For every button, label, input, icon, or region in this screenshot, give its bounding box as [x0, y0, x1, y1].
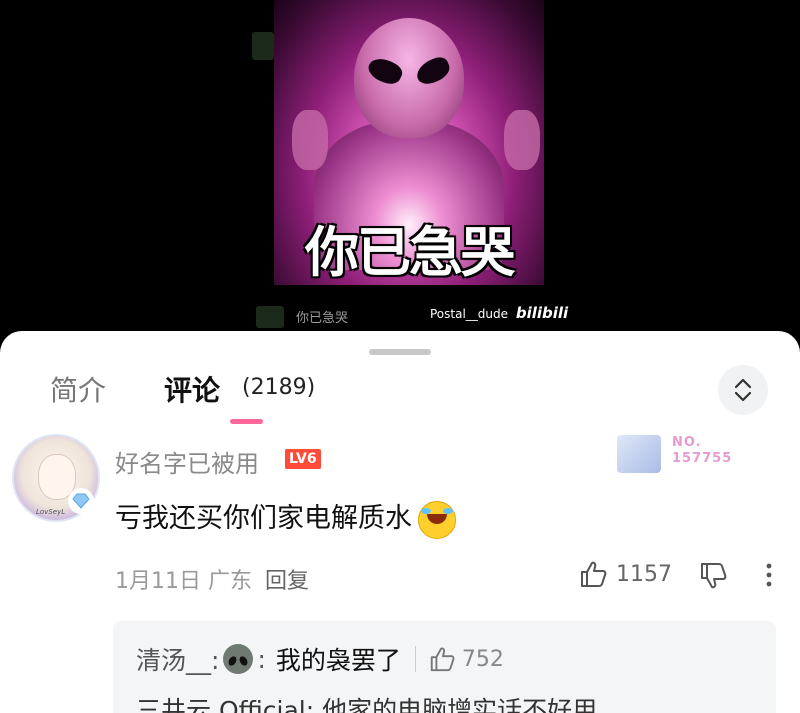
- tab-comments[interactable]: 评论: [164, 369, 220, 409]
- reply-like-count: 752: [461, 646, 504, 672]
- tab-intro[interactable]: 简介: [50, 369, 106, 409]
- meme-image: 你已急哭: [274, 0, 544, 285]
- alien-hand-right: [504, 110, 540, 170]
- reply-separator: :: [257, 644, 266, 674]
- alien-hand-left: [292, 110, 328, 170]
- verified-badge-icon: [68, 488, 94, 514]
- sort-button[interactable]: [718, 365, 768, 415]
- thumbs-down-icon: [701, 563, 727, 589]
- sort-updown-icon: [734, 378, 752, 402]
- comment-meta: 1月11日 广东: [115, 563, 252, 595]
- reply-item[interactable]: 清汤__: : 我的袅罢了 752: [136, 641, 504, 677]
- comments-sheet: 简介 评论 (2189) LovSeyL 好名字已被用 LV6 NO. 15775…: [0, 331, 800, 713]
- comment-username[interactable]: 好名字已被用: [115, 444, 259, 479]
- more-options-button[interactable]: [762, 561, 776, 593]
- comment-date: 1月11日: [115, 569, 201, 594]
- avatar[interactable]: LovSeyL: [12, 434, 100, 522]
- comment-body: 亏我还买你们家电解质水: [115, 503, 412, 534]
- alien-eye-right: [412, 53, 454, 89]
- bilibili-logo: bilibili: [515, 304, 569, 322]
- comment-text: 亏我还买你们家电解质水: [115, 496, 456, 539]
- level-badge: LV6: [285, 449, 321, 469]
- fan-badge-image: [617, 435, 661, 473]
- drag-handle[interactable]: [369, 349, 431, 355]
- fan-badge-number: NO. 157755: [672, 435, 733, 466]
- dislike-button[interactable]: [698, 561, 728, 595]
- watermark-user: Postal__dude: [430, 307, 509, 321]
- video-player[interactable]: 你已急哭 你已急哭 Postal__dude bilibili: [0, 0, 800, 345]
- under-caption: 你已急哭: [296, 311, 349, 326]
- replies-panel[interactable]: 清汤__: : 我的袅罢了 752 三井云 Official: 他家的电脑增实话…: [113, 621, 776, 713]
- video-watermark: Postal__dude bilibili: [430, 304, 568, 322]
- alien-eye-left: [364, 53, 406, 89]
- reply-button[interactable]: 回复: [265, 563, 309, 595]
- tab-indicator: [230, 419, 263, 424]
- reply-item[interactable]: 三井云 Official: 他家的电脑增实话不好用: [136, 691, 597, 713]
- meme-caption: 你已急哭: [305, 221, 515, 284]
- side-thumbnail: [252, 32, 274, 60]
- reply-username[interactable]: 清汤__:: [136, 641, 219, 677]
- comment-location: 广东: [208, 569, 253, 594]
- side-thumbnail: [256, 306, 284, 328]
- avatar-signature: LovSeyL: [36, 508, 66, 516]
- thumbs-up-icon: [430, 647, 455, 672]
- like-count: 1157: [616, 561, 672, 587]
- more-vertical-icon: [766, 563, 772, 587]
- alien-emoji: [223, 644, 254, 674]
- thumbs-up-icon: [581, 561, 607, 587]
- crying-laughing-emoji: [418, 500, 456, 539]
- comments-count: (2189): [242, 375, 316, 400]
- like-button[interactable]: 1157: [578, 559, 672, 589]
- divider: [414, 646, 416, 672]
- reply-text: 我的袅罢了: [275, 646, 401, 675]
- alien-head: [354, 18, 464, 138]
